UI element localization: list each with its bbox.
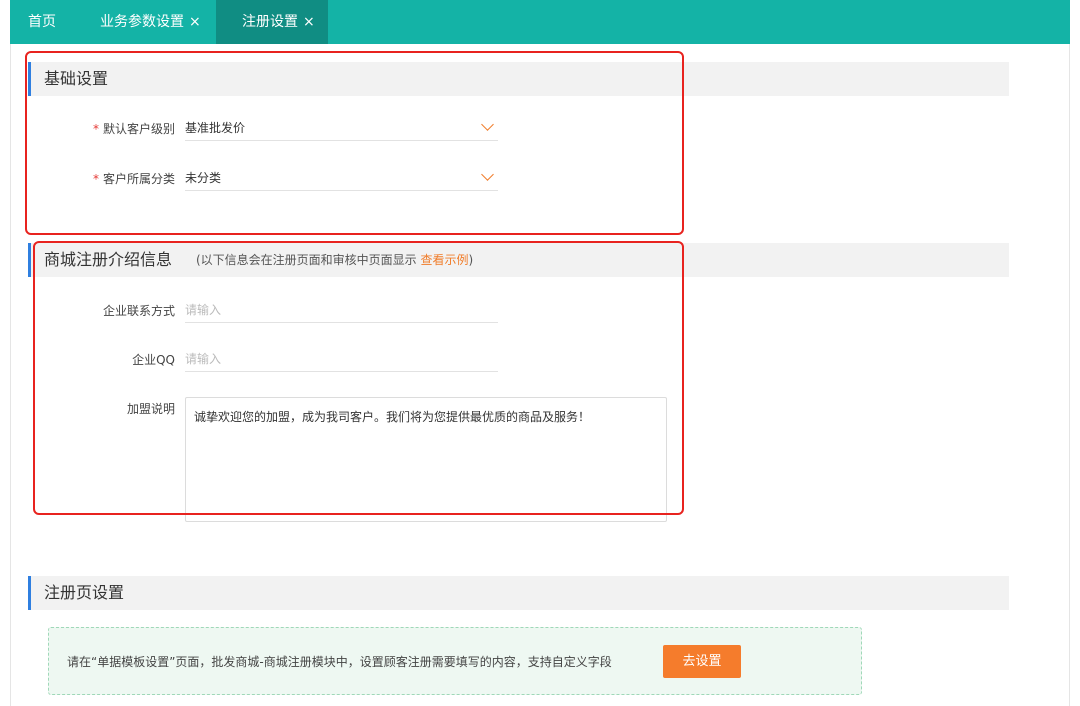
customer-category-value: 未分类 — [185, 171, 222, 185]
section-registration-intro: 商城注册介绍信息 (以下信息会在注册页面和审核中页面显示 查看示例) — [28, 243, 1009, 277]
close-icon[interactable]: × — [303, 14, 315, 30]
default-level-select[interactable]: 基准批发价 — [185, 115, 498, 141]
contact-input[interactable] — [185, 298, 498, 322]
view-example-link[interactable]: 查看示例 — [421, 253, 469, 267]
chevron-down-icon — [481, 118, 494, 131]
section-title: 注册页设置 — [44, 583, 125, 602]
contact-field[interactable] — [185, 297, 498, 323]
required-mark: * — [92, 172, 99, 186]
qq-field[interactable] — [185, 346, 498, 372]
section-basic-settings: 基础设置 — [28, 62, 1009, 96]
default-level-value: 基准批发价 — [185, 121, 246, 135]
register-notice: 请在“单据模板设置”页面，批发商城-商城注册模块中，设置顾客注册需要填写的内容，… — [48, 627, 862, 695]
tab-label: 首页 — [28, 14, 56, 30]
go-settings-button[interactable]: 去设置 — [663, 645, 741, 678]
customer-category-label: * 客户所属分类 — [92, 172, 175, 186]
section-title: 商城注册介绍信息 — [44, 250, 173, 269]
close-icon[interactable]: × — [189, 14, 201, 30]
default-level-label: * 默认客户级别 — [92, 122, 175, 136]
join-description-textarea[interactable]: 诚挚欢迎您的加盟，成为我司客户。我们将为您提供最优质的商品及服务！ — [185, 397, 667, 522]
tab-register-settings[interactable]: 注册设置 × — [216, 0, 328, 44]
qq-input[interactable] — [185, 347, 498, 371]
join-description-label: 加盟说明 — [126, 402, 175, 416]
required-mark: * — [92, 122, 99, 136]
contact-label: 企业联系方式 — [102, 304, 175, 318]
tab-bar: 首页 业务参数设置 × 注册设置 × — [10, 0, 1070, 44]
qq-label: 企业QQ — [132, 353, 175, 367]
tab-home[interactable]: 首页 — [28, 0, 56, 44]
notice-text: 请在“单据模板设置”页面，批发商城-商城注册模块中，设置顾客注册需要填写的内容，… — [67, 655, 612, 669]
section-register-page: 注册页设置 — [28, 576, 1009, 610]
section-title: 基础设置 — [44, 69, 109, 88]
tab-business-params[interactable]: 业务参数设置 × — [100, 0, 201, 44]
section-hint: (以下信息会在注册页面和审核中页面显示 查看示例) — [196, 253, 474, 267]
tab-label: 注册设置 — [242, 14, 298, 30]
chevron-down-icon — [481, 168, 494, 181]
customer-category-select[interactable]: 未分类 — [185, 165, 498, 191]
tab-label: 业务参数设置 — [100, 14, 184, 30]
